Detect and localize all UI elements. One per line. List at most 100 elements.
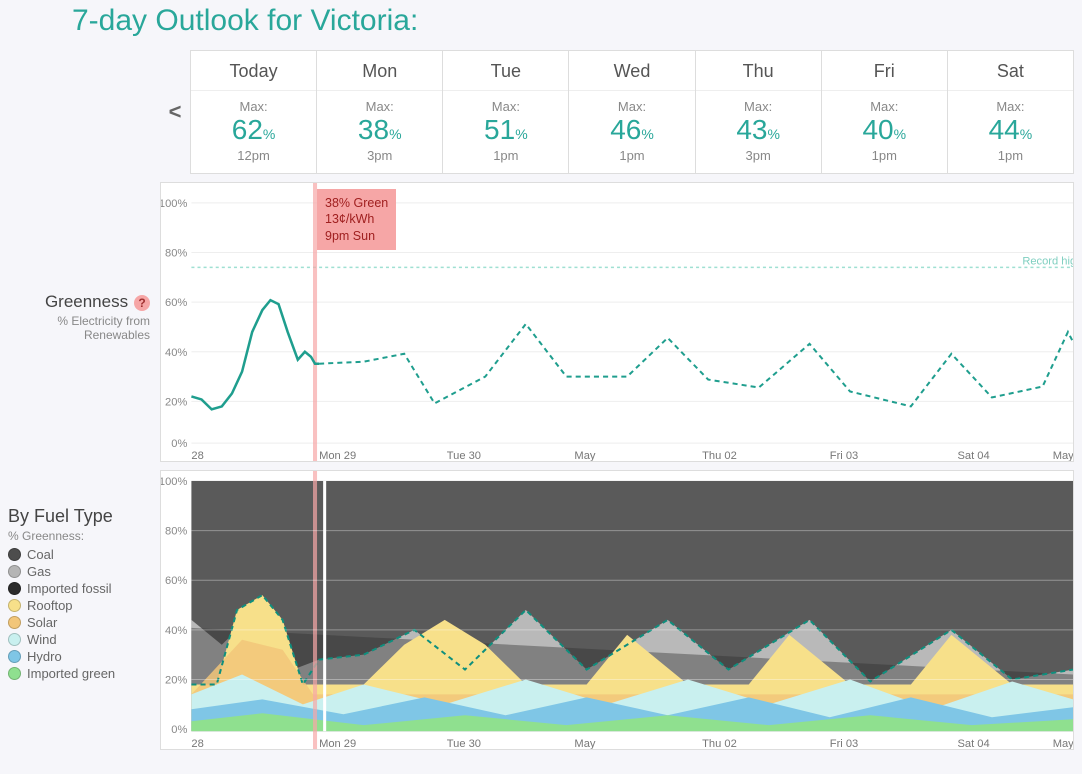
forecast-day[interactable]: Sat Max:44% 1pm [948,50,1074,174]
day-name: Today [191,61,316,91]
legend-swatch [8,616,21,629]
svg-text:Fri 03: Fri 03 [830,450,858,461]
prev-week-button[interactable]: < [160,50,190,174]
legend-label: Hydro [27,649,62,664]
svg-text:0%: 0% [171,438,187,450]
legend-swatch [8,667,21,680]
day-name: Sat [948,61,1073,91]
day-name: Wed [569,61,694,91]
day-max-value: 38% [317,114,442,146]
svg-text:20%: 20% [165,396,187,408]
day-name: Thu [696,61,821,91]
fuel-subtitle: % Greenness: [8,529,150,543]
day-max-label: Max: [948,99,1073,114]
legend-label: Imported fossil [27,581,112,596]
day-max-value: 46% [569,114,694,146]
fuel-chart[interactable]: 100% 80% 60% 40% 20% 0% 28 Mon 29 Tue 30… [160,470,1074,750]
svg-text:100%: 100% [161,198,188,210]
greenness-label: Greenness ? % Electricity from Renewable… [8,182,160,462]
svg-text:May: May [1053,738,1073,749]
svg-text:May: May [574,450,596,461]
help-icon[interactable]: ? [134,295,150,311]
svg-text:Mon 29: Mon 29 [319,738,356,749]
day-name: Tue [443,61,568,91]
day-peak-time: 1pm [569,148,694,163]
day-peak-time: 3pm [317,148,442,163]
legend-swatch [8,582,21,595]
legend-label: Gas [27,564,51,579]
svg-text:0%: 0% [171,724,187,736]
svg-text:Thu 02: Thu 02 [702,738,737,749]
svg-text:May: May [574,738,596,749]
fuel-chart-block: By Fuel Type % Greenness: Coal Gas Importe… [8,470,1074,750]
forecast-day[interactable]: Fri Max:40% 1pm [822,50,948,174]
svg-text:80%: 80% [165,248,187,260]
legend-label: Solar [27,615,57,630]
svg-text:28: 28 [191,450,203,461]
legend-item[interactable]: Coal [8,547,150,562]
day-peak-time: 1pm [822,148,947,163]
greenness-title: Greenness [45,292,128,311]
page-title: 7-day Outlook for Victoria: [0,0,1082,50]
day-max-label: Max: [569,99,694,114]
day-max-label: Max: [317,99,442,114]
svg-text:20%: 20% [165,675,187,687]
svg-text:Sat 04: Sat 04 [957,738,989,749]
day-max-label: Max: [696,99,821,114]
legend-label: Rooftop [27,598,73,613]
legend-item[interactable]: Imported green [8,666,150,681]
day-name: Fri [822,61,947,91]
svg-text:28: 28 [191,738,203,749]
svg-text:Sat 04: Sat 04 [957,450,989,461]
svg-text:May: May [1053,450,1073,461]
day-peak-time: 1pm [948,148,1073,163]
record-high-label: Record high [1022,256,1073,268]
day-max-value: 40% [822,114,947,146]
legend-item[interactable]: Wind [8,632,150,647]
svg-text:60%: 60% [165,297,187,309]
legend-item[interactable]: Solar [8,615,150,630]
legend-swatch [8,633,21,646]
forecast-day[interactable]: Mon Max:38% 3pm [317,50,443,174]
legend-label: Imported green [27,666,115,681]
fuel-title: By Fuel Type [8,506,150,527]
legend-item[interactable]: Hydro [8,649,150,664]
day-max-value: 44% [948,114,1073,146]
legend-item[interactable]: Imported fossil [8,581,150,596]
day-peak-time: 1pm [443,148,568,163]
day-max-value: 43% [696,114,821,146]
day-peak-time: 12pm [191,148,316,163]
day-peak-time: 3pm [696,148,821,163]
greenness-chart[interactable]: Record high 100% 80% 60% 40% 20% 0% 28 M… [160,182,1074,462]
forecast-day[interactable]: Thu Max:43% 3pm [696,50,822,174]
svg-text:40%: 40% [165,625,187,637]
legend-swatch [8,599,21,612]
day-max-label: Max: [822,99,947,114]
greenness-chart-block: Greenness ? % Electricity from Renewable… [8,182,1074,462]
svg-text:Tue 30: Tue 30 [447,738,481,749]
legend-item[interactable]: Gas [8,564,150,579]
svg-text:40%: 40% [165,347,187,359]
day-max-label: Max: [191,99,316,114]
day-name: Mon [317,61,442,91]
svg-text:80%: 80% [165,526,187,538]
forecast-day-row: < TodayMax:62%12pmMonMax:38%3pmTueMax:51… [160,50,1074,174]
svg-text:Tue 30: Tue 30 [447,450,481,461]
day-max-value: 62% [191,114,316,146]
greenness-tooltip: 38% Green 13¢/kWh 9pm Sun [317,189,396,250]
svg-text:60%: 60% [165,575,187,587]
svg-text:100%: 100% [161,476,188,488]
fuel-legend: By Fuel Type % Greenness: Coal Gas Importe… [8,470,160,750]
legend-swatch [8,548,21,561]
forecast-day[interactable]: Wed Max:46% 1pm [569,50,695,174]
forecast-day[interactable]: Today Max:62% 12pm [190,50,317,174]
forecast-day[interactable]: TueMax:51%1pm [443,50,569,174]
legend-item[interactable]: Rooftop [8,598,150,613]
legend-label: Wind [27,632,57,647]
svg-text:Fri 03: Fri 03 [830,738,858,749]
day-max-label: Max: [443,99,568,114]
legend-swatch [8,565,21,578]
svg-text:Mon 29: Mon 29 [319,450,356,461]
legend-swatch [8,650,21,663]
svg-text:Thu 02: Thu 02 [702,450,737,461]
